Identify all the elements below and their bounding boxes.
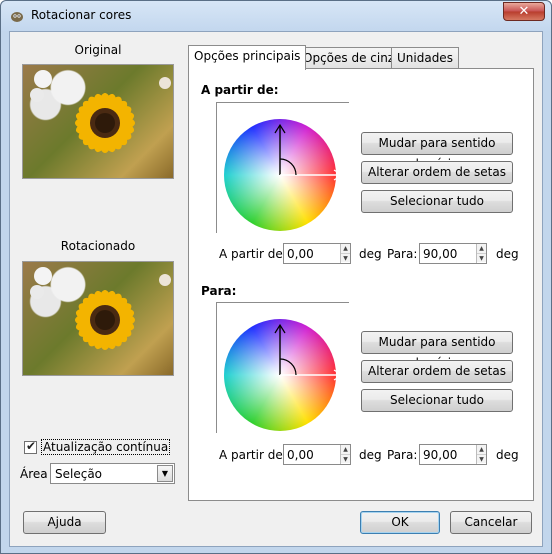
spin-down-icon[interactable]: ▼ — [477, 253, 486, 262]
to-start-unit: deg — [359, 448, 382, 462]
from-start-label: A partir de: — [219, 247, 287, 261]
spin-buttons: ▲ ▼ — [340, 244, 350, 263]
from-clockwise-button[interactable]: Mudar para sentido horário — [361, 132, 513, 171]
to-end-label: Para: — [387, 448, 418, 462]
area-select-value: Seleção — [55, 467, 103, 481]
to-start-label: A partir de: — [219, 448, 287, 462]
gimp-icon — [11, 12, 23, 22]
to-clockwise-button[interactable]: Mudar para sentido horário — [361, 331, 513, 370]
continuous-update-checkbox[interactable]: ✔ — [24, 439, 37, 454]
cancel-button[interactable]: Cancelar — [450, 511, 532, 534]
rotated-preview-label: Rotacionado — [60, 239, 136, 253]
continuous-update-label[interactable]: Atualização contínua — [41, 439, 171, 455]
from-wheel-arrows[interactable] — [224, 119, 349, 231]
from-end-label: Para: — [387, 247, 418, 261]
area-label: Área — [20, 467, 48, 481]
tab-label: Opções principais — [194, 49, 301, 63]
to-end-value: 90,00 — [423, 448, 458, 462]
title-bar[interactable]: Rotacionar cores ✕ — [1, 1, 551, 31]
close-icon: ✕ — [518, 4, 530, 19]
spin-up-icon[interactable]: ▲ — [341, 445, 350, 454]
from-start-spinbox[interactable]: 0,00 ▲ ▼ — [283, 243, 351, 264]
area-select[interactable]: Seleção ▼ — [50, 463, 175, 484]
tab-units[interactable]: Unidades — [391, 47, 459, 69]
sunflower-image — [30, 267, 171, 350]
help-button[interactable]: Ajuda — [23, 511, 106, 534]
spin-buttons: ▲ ▼ — [476, 445, 486, 464]
from-start-value: 0,00 — [287, 247, 314, 261]
check-icon: ✔ — [26, 439, 37, 453]
tab-panel-main: A partir de: Mudar para sentido horário … — [188, 68, 534, 501]
from-section-title: A partir de: — [201, 83, 279, 97]
spin-down-icon[interactable]: ▼ — [477, 454, 486, 463]
close-button[interactable]: ✕ — [503, 2, 545, 21]
spin-up-icon[interactable]: ▲ — [477, 445, 486, 454]
to-section-title: Para: — [201, 284, 237, 298]
to-select-all-button[interactable]: Selecionar tudo — [361, 389, 513, 412]
spin-buttons: ▲ ▼ — [340, 445, 350, 464]
window-title: Rotacionar cores — [31, 8, 132, 22]
to-start-spinbox[interactable]: 0,00 ▲ ▼ — [283, 444, 351, 465]
dialog-window: Rotacionar cores ✕ Original Rotacionado … — [0, 0, 552, 554]
spin-down-icon[interactable]: ▼ — [341, 454, 350, 463]
tab-main-options[interactable]: Opções principais — [188, 45, 307, 70]
sunflower-image — [30, 70, 171, 153]
to-start-value: 0,00 — [287, 448, 314, 462]
spin-up-icon[interactable]: ▲ — [341, 244, 350, 253]
tab-label: Unidades — [397, 51, 453, 65]
from-start-unit: deg — [359, 247, 382, 261]
from-swap-arrows-button[interactable]: Alterar ordem de setas — [361, 161, 513, 184]
from-end-value: 90,00 — [423, 247, 458, 261]
from-end-unit: deg — [496, 247, 519, 261]
to-end-spinbox[interactable]: 90,00 ▲ ▼ — [419, 444, 487, 465]
from-end-spinbox[interactable]: 90,00 ▲ ▼ — [419, 243, 487, 264]
to-swap-arrows-button[interactable]: Alterar ordem de setas — [361, 360, 513, 383]
chevron-down-icon[interactable]: ▼ — [157, 465, 173, 482]
spin-down-icon[interactable]: ▼ — [341, 253, 350, 262]
spin-up-icon[interactable]: ▲ — [477, 244, 486, 253]
rotated-preview-image — [22, 261, 174, 376]
spin-buttons: ▲ ▼ — [476, 244, 486, 263]
from-select-all-button[interactable]: Selecionar tudo — [361, 190, 513, 213]
tab-label: Opções de cinza — [303, 51, 402, 65]
to-wheel-arrows[interactable] — [224, 319, 349, 431]
original-preview-image — [22, 64, 174, 179]
dialog-client: Original Rotacionado ✔ Atualização contí… — [9, 31, 543, 547]
to-end-unit: deg — [496, 448, 519, 462]
ok-button[interactable]: OK — [360, 511, 440, 534]
original-preview-label: Original — [74, 43, 122, 57]
